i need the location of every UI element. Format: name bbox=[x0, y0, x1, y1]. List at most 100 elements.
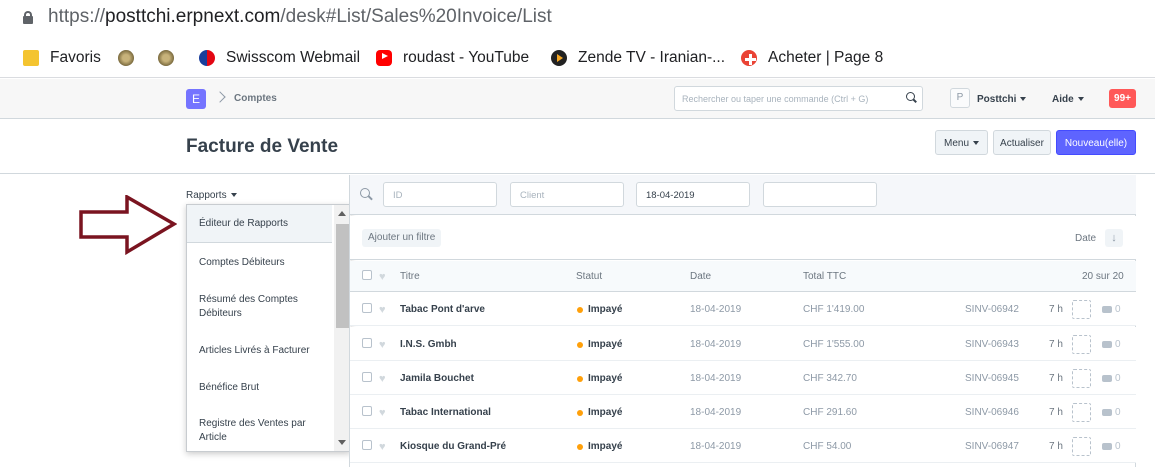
bookmark-label: Favoris bbox=[50, 49, 101, 66]
url-scheme: https:// bbox=[48, 6, 106, 27]
avatar[interactable]: P bbox=[950, 88, 970, 108]
bookmark-label: Acheter | Page 8 bbox=[768, 49, 884, 66]
status-badge: Impayé bbox=[588, 407, 623, 418]
breadcrumb[interactable]: Comptes bbox=[234, 93, 277, 104]
client-filter-input[interactable]: Client bbox=[510, 182, 624, 207]
column-date: Date bbox=[690, 271, 712, 282]
assign-avatar-placeholder[interactable] bbox=[1072, 300, 1091, 319]
report-item-accounts-receivable[interactable]: Comptes Débiteurs bbox=[187, 245, 332, 281]
assign-avatar-placeholder[interactable] bbox=[1072, 437, 1091, 456]
sort-selector[interactable]: Date bbox=[1075, 233, 1096, 244]
reports-dropdown-toggle[interactable]: Rapports bbox=[186, 190, 237, 201]
lock-icon bbox=[23, 11, 33, 24]
new-button[interactable]: Nouveau(elle) bbox=[1056, 130, 1136, 155]
user-menu[interactable]: Posttchi bbox=[977, 94, 1027, 105]
row-total: CHF 1'419.00 bbox=[803, 304, 865, 315]
notifications-badge[interactable]: 99+ bbox=[1109, 89, 1136, 108]
bookmark-swisscom[interactable]: Swisscom Webmail bbox=[199, 48, 360, 68]
extra-filter-input[interactable] bbox=[763, 182, 877, 207]
row-total: CHF 342.70 bbox=[803, 373, 857, 384]
heart-icon[interactable]: ♥ bbox=[379, 340, 389, 351]
report-item-sales-register[interactable]: Registre des Ventes par Article bbox=[187, 413, 332, 449]
heart-icon[interactable]: ♥ bbox=[379, 408, 389, 419]
table-row[interactable]: ♥ Jamila Bouchet Impayé 18-04-2019 CHF 3… bbox=[350, 361, 1136, 395]
assign-avatar-placeholder[interactable] bbox=[1072, 335, 1091, 354]
assign-avatar-placeholder[interactable] bbox=[1072, 403, 1091, 422]
bookmark-label: roudast - YouTube bbox=[403, 49, 530, 66]
bookmark-youtube[interactable]: roudast - YouTube bbox=[376, 48, 529, 68]
report-item-receivable-summary[interactable]: Résumé des Comptes Débiteurs bbox=[187, 289, 332, 325]
menu-button[interactable]: Menu bbox=[935, 130, 988, 155]
status-badge: Impayé bbox=[588, 339, 623, 350]
status-indicator bbox=[577, 307, 583, 313]
row-checkbox[interactable] bbox=[362, 440, 372, 450]
table-row[interactable]: ♥ Tabac Pont d'arve Impayé 18-04-2019 CH… bbox=[350, 292, 1136, 326]
bookmark-label: Swisscom Webmail bbox=[226, 49, 361, 66]
scroll-down-icon[interactable] bbox=[338, 440, 346, 445]
heart-icon[interactable]: ♥ bbox=[379, 442, 389, 453]
table-row[interactable]: ♥ I.N.S. Gmbh Impayé 18-04-2019 CHF 1'55… bbox=[350, 327, 1136, 361]
row-id: SINV-06947 bbox=[965, 441, 1019, 452]
row-checkbox[interactable] bbox=[362, 406, 372, 416]
annotation-arrow-shape bbox=[79, 195, 177, 255]
url-field[interactable]: https://posttchi.erpnext.com/desk#List/S… bbox=[48, 6, 552, 28]
row-checkbox[interactable] bbox=[362, 372, 372, 382]
report-item-label: Bénéfice Brut bbox=[199, 382, 260, 393]
table-row[interactable]: ♥ Kiosque du Grand-Pré Impayé 18-04-2019… bbox=[350, 429, 1136, 463]
list-header: ♥ Titre Statut Date Total TTC 20 sur 20 bbox=[350, 261, 1136, 292]
table-row[interactable]: ♥ Tabac International Impayé 18-04-2019 … bbox=[350, 395, 1136, 429]
report-item-delivered-to-bill[interactable]: Articles Livrés à Facturer bbox=[187, 333, 332, 369]
status-indicator bbox=[577, 410, 583, 416]
reports-dropdown-menu: Éditeur de Rapports Comptes Débiteurs Ré… bbox=[186, 204, 351, 452]
app-logo[interactable]: E bbox=[186, 89, 206, 109]
comment-icon bbox=[1102, 305, 1112, 313]
filter-bar: ID Client 18-04-2019 bbox=[350, 175, 1136, 215]
row-id: SINV-06946 bbox=[965, 407, 1019, 418]
help-label: Aide bbox=[1052, 94, 1074, 105]
report-item-gross-profit[interactable]: Bénéfice Brut bbox=[187, 370, 332, 406]
search-input[interactable]: Rechercher ou taper une commande (Ctrl +… bbox=[674, 86, 923, 111]
row-age: 7 h bbox=[1049, 441, 1063, 452]
app-navbar: E Comptes Rechercher ou taper une comman… bbox=[0, 79, 1155, 119]
row-title[interactable]: Tabac International bbox=[400, 407, 491, 418]
page-head: Facture de Vente Menu Actualiser Nouveau… bbox=[0, 120, 1155, 174]
bookmark-favoris[interactable]: Favoris bbox=[23, 48, 101, 68]
scroll-up-icon[interactable] bbox=[338, 211, 346, 216]
search-icon bbox=[360, 188, 373, 201]
row-title[interactable]: Tabac Pont d'arve bbox=[400, 304, 485, 315]
date-filter-input[interactable]: 18-04-2019 bbox=[636, 182, 750, 207]
bookmark-acheter[interactable]: Acheter | Page 8 bbox=[741, 48, 883, 68]
heart-icon[interactable]: ♥ bbox=[379, 374, 389, 385]
row-date: 18-04-2019 bbox=[690, 373, 742, 384]
heart-icon[interactable]: ♥ bbox=[379, 305, 389, 316]
row-title[interactable]: I.N.S. Gmbh bbox=[400, 339, 457, 350]
comment-icon bbox=[1102, 374, 1112, 382]
select-all-checkbox[interactable] bbox=[362, 270, 372, 280]
scrollbar-thumb[interactable] bbox=[336, 224, 349, 328]
refresh-button[interactable]: Actualiser bbox=[993, 130, 1051, 155]
bookmark-seal-2[interactable] bbox=[158, 48, 185, 68]
add-filter-button[interactable]: Ajouter un filtre bbox=[362, 229, 442, 247]
status-badge: Impayé bbox=[588, 441, 623, 452]
comment-count-value: 0 bbox=[1115, 304, 1121, 315]
caret-down-icon bbox=[230, 193, 237, 198]
menu-button-label: Menu bbox=[943, 138, 969, 149]
url-host: posttchi.erpnext.com bbox=[105, 6, 281, 27]
bookmark-seal-1[interactable] bbox=[118, 48, 145, 68]
status-indicator bbox=[577, 444, 583, 450]
row-id: SINV-06943 bbox=[965, 339, 1019, 350]
assign-avatar-placeholder[interactable] bbox=[1072, 369, 1091, 388]
help-menu[interactable]: Aide bbox=[1052, 94, 1084, 105]
row-checkbox[interactable] bbox=[362, 338, 372, 348]
caret-down-icon bbox=[1020, 97, 1027, 102]
row-title[interactable]: Jamila Bouchet bbox=[400, 373, 474, 384]
sort-order-icon[interactable]: ↓ bbox=[1105, 229, 1123, 247]
folder-icon bbox=[23, 50, 39, 66]
row-checkbox[interactable] bbox=[362, 303, 372, 313]
bookmark-zende[interactable]: Zende TV - Iranian-... bbox=[551, 48, 725, 68]
id-filter-input[interactable]: ID bbox=[383, 182, 497, 207]
search-placeholder: Rechercher ou taper une commande (Ctrl +… bbox=[682, 94, 869, 104]
report-item-report-builder[interactable]: Éditeur de Rapports bbox=[187, 205, 332, 243]
row-title[interactable]: Kiosque du Grand-Pré bbox=[400, 441, 506, 452]
comment-count-value: 0 bbox=[1115, 441, 1121, 452]
